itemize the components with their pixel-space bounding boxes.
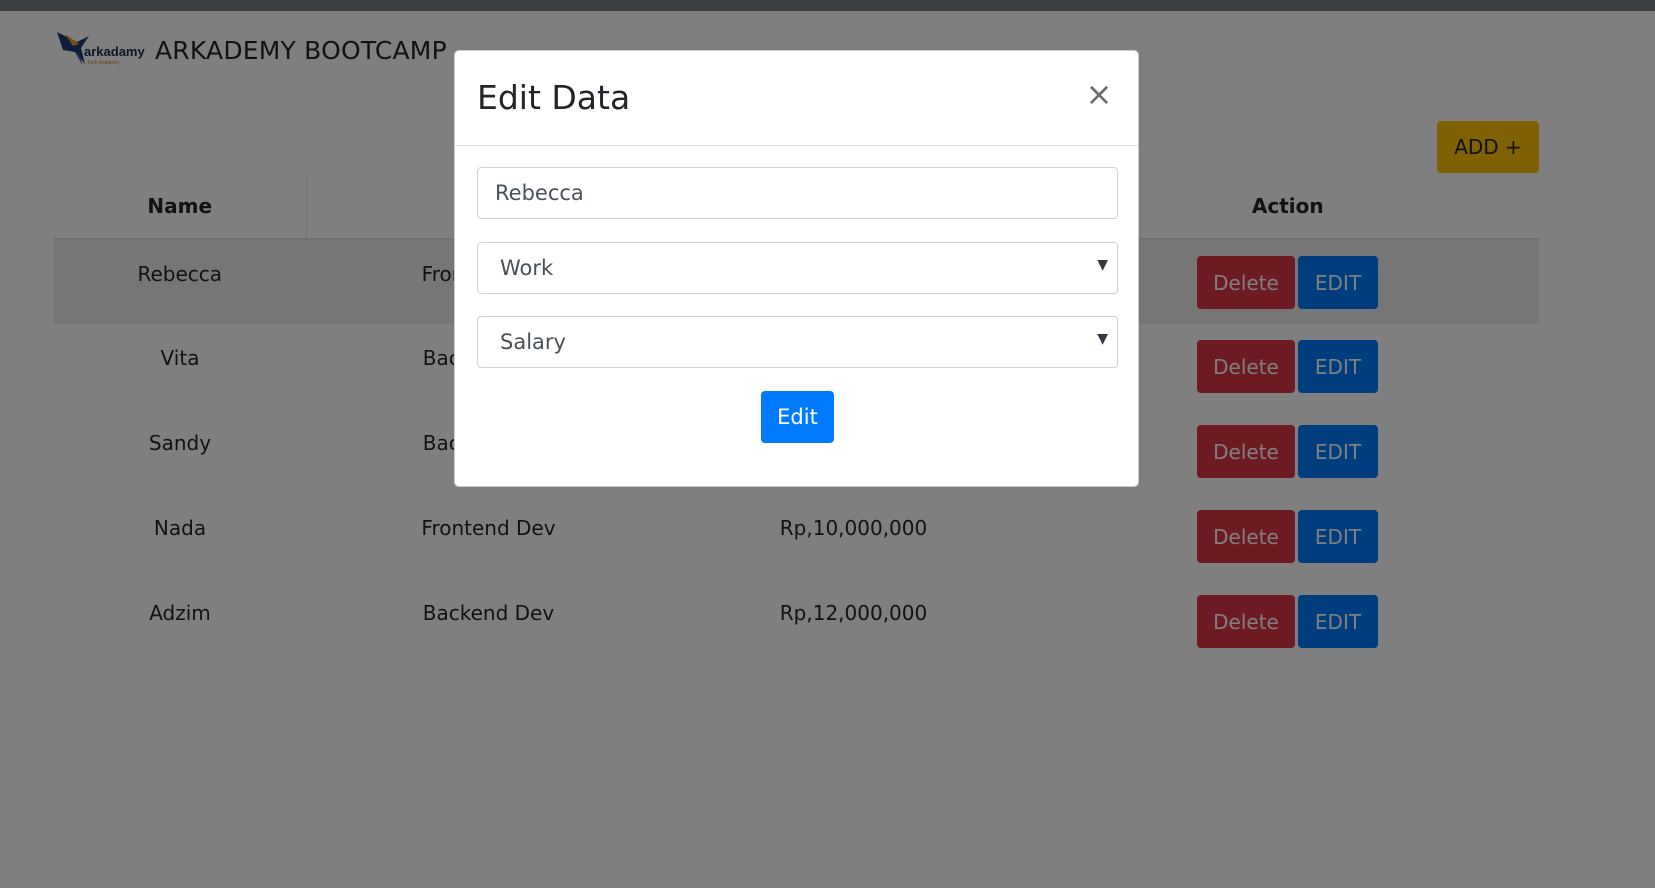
chevron-down-icon: ▼: [1097, 331, 1108, 347]
work-select[interactable]: Work ▼: [477, 242, 1118, 294]
browser-top-bar: [0, 0, 1655, 11]
submit-edit-button[interactable]: Edit: [761, 391, 834, 443]
close-icon[interactable]: ×: [1084, 75, 1114, 113]
salary-select[interactable]: Salary ▼: [477, 316, 1118, 368]
salary-select-value: Salary: [500, 330, 566, 354]
name-input[interactable]: Rebecca: [477, 167, 1118, 219]
work-select-value: Work: [500, 256, 554, 280]
modal-title: Edit Data: [477, 78, 631, 117]
chevron-down-icon: ▼: [1097, 257, 1108, 273]
modal-header: Edit Data ×: [455, 51, 1138, 146]
name-input-value: Rebecca: [495, 181, 584, 205]
edit-data-modal: Edit Data × Rebecca Work ▼ Salary ▼ Edit: [454, 50, 1139, 487]
